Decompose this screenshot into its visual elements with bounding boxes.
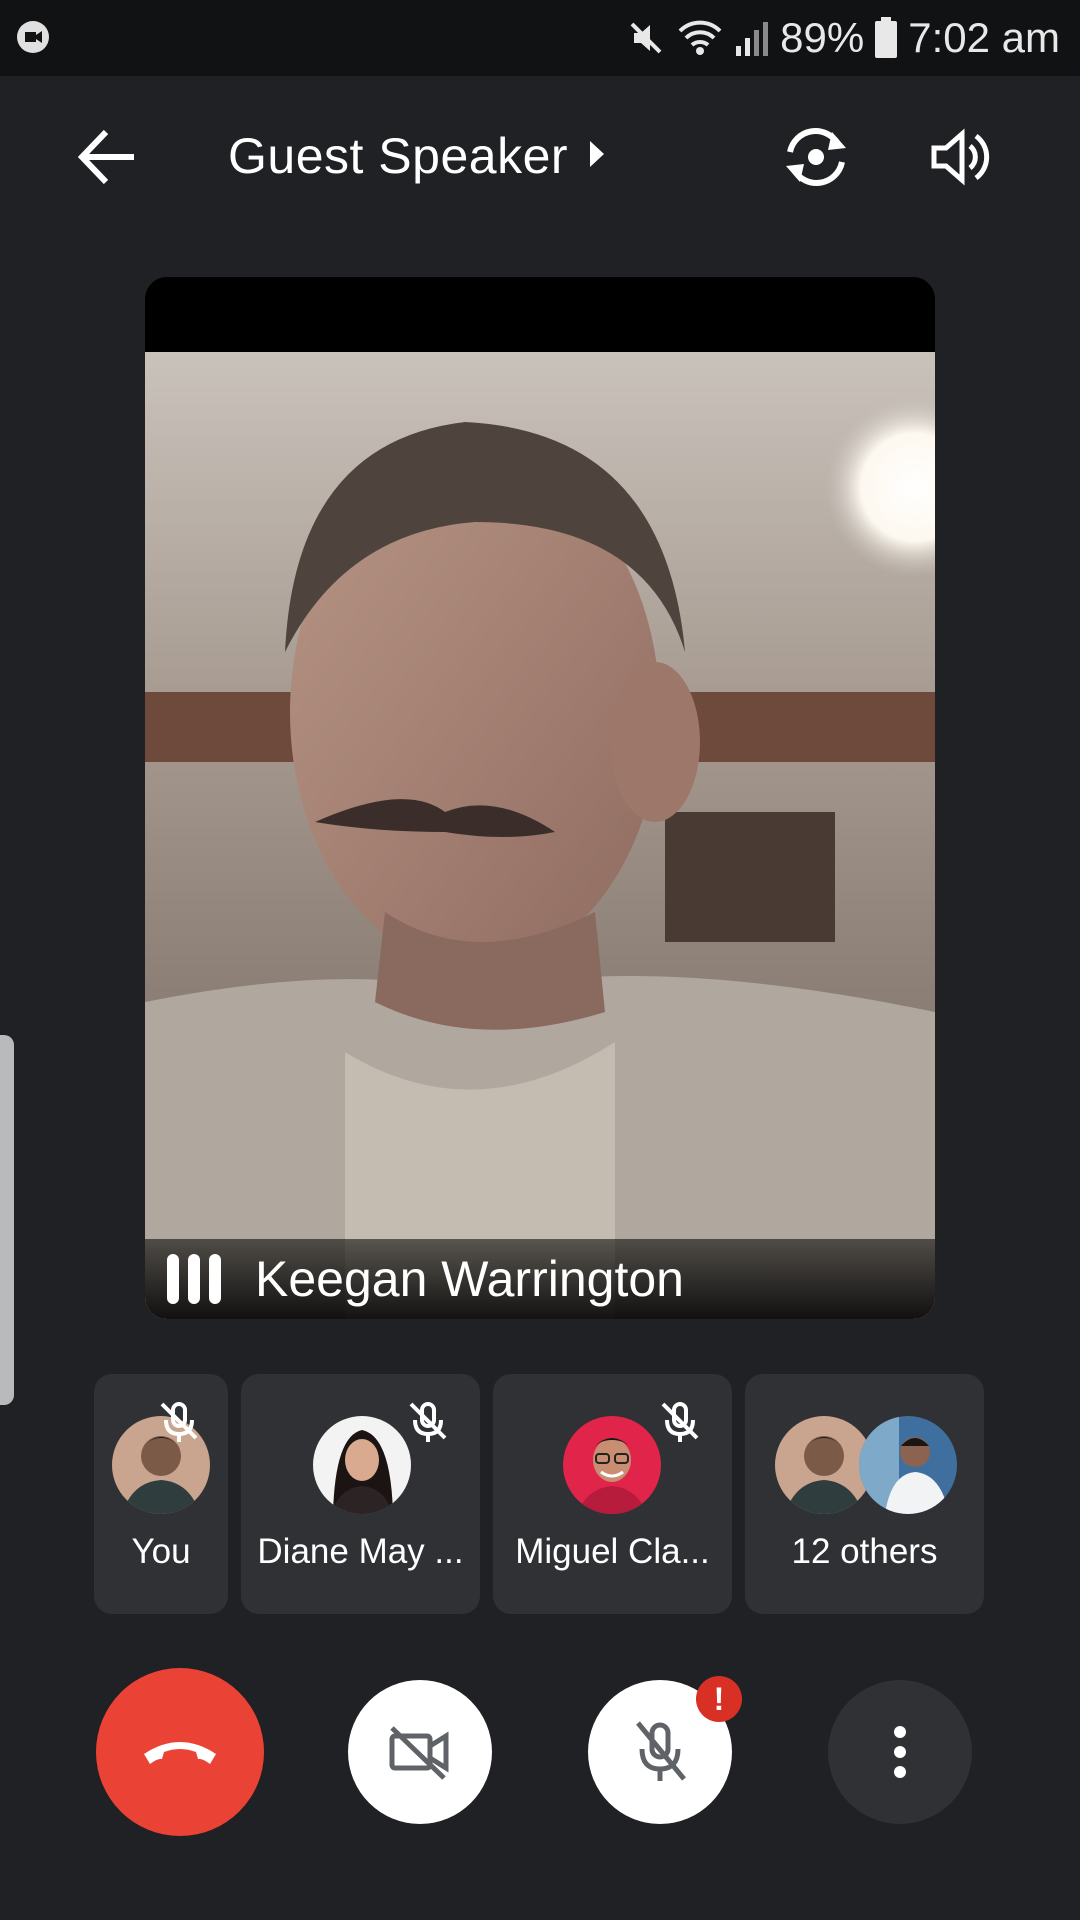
mic-off-icon [405,1398,451,1444]
speaker-video-feed [145,352,935,1319]
more-options-button[interactable] [828,1680,972,1824]
avatar [563,1416,661,1514]
camera-toggle-button[interactable] [348,1680,492,1824]
participant-name: 12 others [791,1532,938,1571]
mic-off-icon [156,1398,202,1444]
mic-off-icon [657,1398,703,1444]
battery-icon [874,17,898,59]
speaker-name-bar: Keegan Warrington [145,1239,935,1319]
avatar [313,1416,411,1514]
speaker-volume-icon[interactable] [922,122,1002,192]
avatar [859,1416,957,1514]
participant-tile-diane[interactable]: Diane May ... [241,1374,480,1614]
participant-name: You [131,1532,191,1571]
status-icons: 89% 7:02 am [626,10,1060,66]
speaker-name: Keegan Warrington [255,1251,684,1307]
mute-icon [626,18,666,58]
participant-tile-you[interactable]: You [94,1374,228,1614]
status-bar: 89% 7:02 am [0,0,1080,76]
participant-strip: You Diane May ... Miguel Cla... 12 other… [0,1374,1080,1614]
clock: 7:02 am [908,14,1060,61]
participant-name: Miguel Cla... [515,1532,710,1571]
top-app-bar: Guest Speaker [0,100,1080,210]
participant-name: Diane May ... [257,1532,464,1571]
caret-right-icon [586,137,608,176]
call-controls: ! [0,1668,1080,1838]
meet-notification-icon [14,18,52,56]
edge-panel-handle[interactable] [0,1035,14,1405]
participant-tile-miguel[interactable]: Miguel Cla... [493,1374,732,1614]
camera-off-icon [389,1726,449,1780]
switch-camera-icon[interactable] [776,122,856,192]
main-speaker-video[interactable]: Keegan Warrington [145,277,935,1319]
meeting-title: Guest Speaker [228,128,569,184]
battery-percent: 89% [780,14,865,61]
mic-alert-badge: ! [696,1676,742,1722]
mic-off-icon [636,1721,686,1781]
more-vert-icon [894,1726,906,1778]
signal-icon [734,18,770,58]
end-call-icon [144,1742,216,1764]
participant-tile-others[interactable]: 12 others [745,1374,984,1614]
meeting-title-button[interactable]: Guest Speaker [228,120,608,192]
end-call-button[interactable] [96,1668,264,1836]
audio-level-icon [167,1254,221,1304]
wifi-icon [676,17,724,59]
back-arrow-icon[interactable] [70,122,146,192]
meet-call-screen: 89% 7:02 am Guest Speaker Keegan Warring… [0,0,1080,1920]
